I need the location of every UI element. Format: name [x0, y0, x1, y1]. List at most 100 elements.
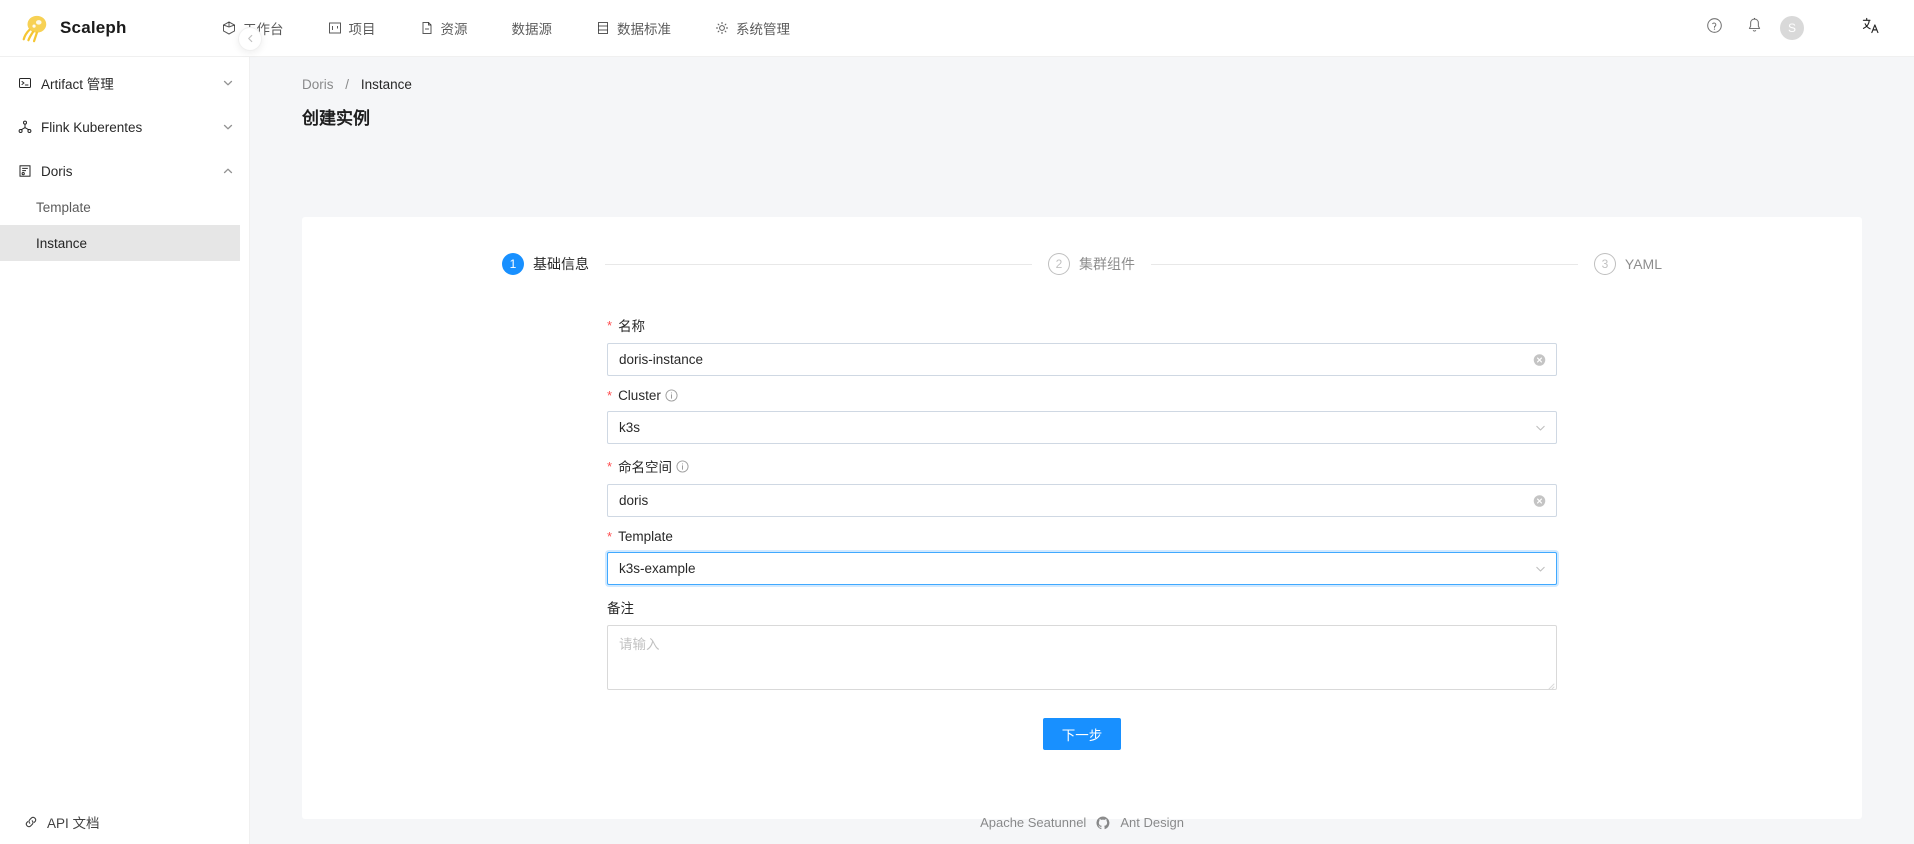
nav-item-datasource[interactable]: 数据源 [490, 0, 575, 56]
breadcrumb-current: Instance [360, 77, 412, 92]
app-root: Scaleph 工作台 项目 资源 数据源 数据标准 系统管理 S Artifa… [0, 0, 1914, 844]
field-label-text: 备注 [607, 601, 634, 616]
sidebar-item-instance[interactable]: Instance [0, 225, 240, 261]
breadcrumb-parent[interactable]: Doris [302, 77, 334, 92]
user-avatar[interactable]: S [1780, 16, 1804, 40]
form-row-template: * Template k3s-example [607, 529, 1557, 585]
step-connector-line [1150, 263, 1578, 265]
required-marker: * [607, 458, 613, 474]
info-circle-icon[interactable] [676, 459, 689, 473]
file-icon [420, 21, 434, 35]
github-icon[interactable] [1096, 816, 1110, 830]
cluster-select[interactable]: k3s [607, 411, 1557, 444]
sidebar-item-label: Flink Kuberentes [41, 119, 143, 135]
scaleph-logo-icon [20, 13, 50, 43]
step-number: 3 [1593, 253, 1616, 275]
breadcrumb: Doris / Instance [250, 57, 1914, 92]
next-step-button[interactable]: 下一步 [1042, 718, 1122, 750]
template-select[interactable]: k3s-example [607, 552, 1557, 585]
language-switch-button[interactable] [1850, 0, 1890, 57]
api-docs-link[interactable]: API 文档 [0, 812, 249, 832]
chevron-down-icon[interactable] [1535, 422, 1546, 433]
field-label-text: 名称 [618, 319, 646, 334]
step-cluster-components[interactable]: 2 集群组件 [1047, 253, 1135, 275]
nav-item-label: 项目 [348, 22, 376, 37]
step-number: 2 [1047, 253, 1070, 275]
steps-indicator: 1 基础信息 2 集群组件 3 YAML [302, 217, 1862, 275]
template-select-value: k3s-example [619, 561, 696, 576]
api-docs-label: API 文档 [47, 816, 100, 831]
top-navigation-bar: Scaleph 工作台 项目 资源 数据源 数据标准 系统管理 S [0, 0, 1914, 57]
step-label: 基础信息 [533, 256, 589, 272]
footer-link-seatunnel[interactable]: Apache Seatunnel [980, 815, 1086, 830]
clear-circle-icon[interactable] [1533, 353, 1546, 366]
avatar-initial: S [1787, 21, 1796, 35]
breadcrumb-separator: / [345, 77, 350, 92]
content-area: Doris / Instance 创建实例 1 基础信息 2 集群组件 3 YA… [250, 57, 1914, 844]
brand-title: Scaleph [60, 18, 127, 37]
step-label: YAML [1624, 256, 1662, 272]
nav-item-resource[interactable]: 资源 [398, 0, 490, 56]
nav-item-label: 数据源 [511, 22, 553, 37]
step-basic-info[interactable]: 1 基础信息 [502, 253, 589, 275]
question-circle-icon [1706, 17, 1723, 39]
nav-item-label: 数据标准 [617, 22, 671, 37]
step-connector-line [605, 263, 1032, 265]
help-button[interactable] [1694, 0, 1734, 57]
sidebar-collapse-button[interactable] [238, 27, 262, 51]
namespace-input[interactable]: doris [607, 484, 1557, 517]
sidebar-item-template[interactable]: Template [0, 189, 249, 225]
clear-circle-icon[interactable] [1533, 494, 1546, 507]
brand-logo-area[interactable]: Scaleph [0, 0, 200, 56]
top-nav-items: 工作台 项目 资源 数据源 数据标准 系统管理 [200, 0, 812, 56]
form-row-remark: 备注 请输入 [607, 597, 1557, 690]
cluster-select-value: k3s [619, 420, 641, 435]
required-marker: * [607, 529, 613, 544]
sidebar-item-artifact-management[interactable]: Artifact 管理 [0, 65, 249, 101]
chevron-left-icon [246, 30, 255, 48]
sidebar-item-label: Doris [41, 163, 73, 179]
step-yaml[interactable]: 3 YAML [1593, 253, 1662, 275]
info-circle-icon[interactable] [665, 389, 678, 402]
sidebar: Artifact 管理 Flink Kuberentes Doris Templ… [0, 57, 250, 844]
name-input[interactable]: doris-instance [607, 343, 1557, 376]
name-field-label: * 名称 [607, 315, 1557, 335]
field-label-text: 命名空间 [618, 460, 673, 475]
step-number: 1 [502, 253, 524, 275]
required-marker: * [607, 317, 613, 333]
nav-item-data-standard[interactable]: 数据标准 [574, 0, 693, 56]
namespace-field-label: * 命名空间 [607, 456, 1557, 476]
create-instance-card: 1 基础信息 2 集群组件 3 YAML * 名称 doris-instance… [302, 217, 1862, 819]
sidebar-item-flink-kubernetes[interactable]: Flink Kuberentes [0, 109, 249, 145]
remark-field-label: 备注 [607, 597, 1557, 617]
chevron-down-icon[interactable] [1535, 563, 1546, 574]
chevron-up-icon[interactable] [223, 166, 233, 176]
field-label-text: Cluster [618, 388, 661, 403]
basic-info-form: * 名称 doris-instance * Cluster k3s * 命名空间… [302, 275, 1862, 750]
console-icon [18, 76, 32, 90]
name-input-value: doris-instance [619, 352, 704, 367]
template-field-label: * Template [607, 529, 1557, 544]
form-row-name: * 名称 doris-instance [607, 315, 1557, 376]
translate-icon [1861, 16, 1880, 40]
dashboard-icon [222, 21, 236, 35]
remark-textarea[interactable]: 请输入 [607, 625, 1557, 690]
footer-link-ant-design[interactable]: Ant Design [1120, 815, 1184, 830]
namespace-input-value: doris [619, 493, 649, 508]
form-row-cluster: * Cluster k3s [607, 388, 1557, 444]
notifications-button[interactable] [1734, 0, 1774, 57]
sidebar-item-doris[interactable]: Doris [0, 153, 249, 189]
sidebar-item-label: Template [36, 199, 91, 215]
chevron-down-icon[interactable] [223, 78, 233, 88]
page-title: 创建实例 [302, 109, 370, 128]
sidebar-item-label: Artifact 管理 [41, 77, 114, 92]
chevron-down-icon[interactable] [223, 122, 233, 132]
resize-handle-icon[interactable] [1545, 678, 1555, 690]
bell-icon [1746, 17, 1763, 39]
field-label-text: Template [618, 529, 673, 544]
step-label: 集群组件 [1078, 256, 1135, 272]
nav-item-system-management[interactable]: 系统管理 [693, 0, 812, 56]
nav-item-label: 资源 [440, 22, 468, 37]
nav-item-project[interactable]: 项目 [306, 0, 398, 56]
project-icon [328, 21, 342, 35]
